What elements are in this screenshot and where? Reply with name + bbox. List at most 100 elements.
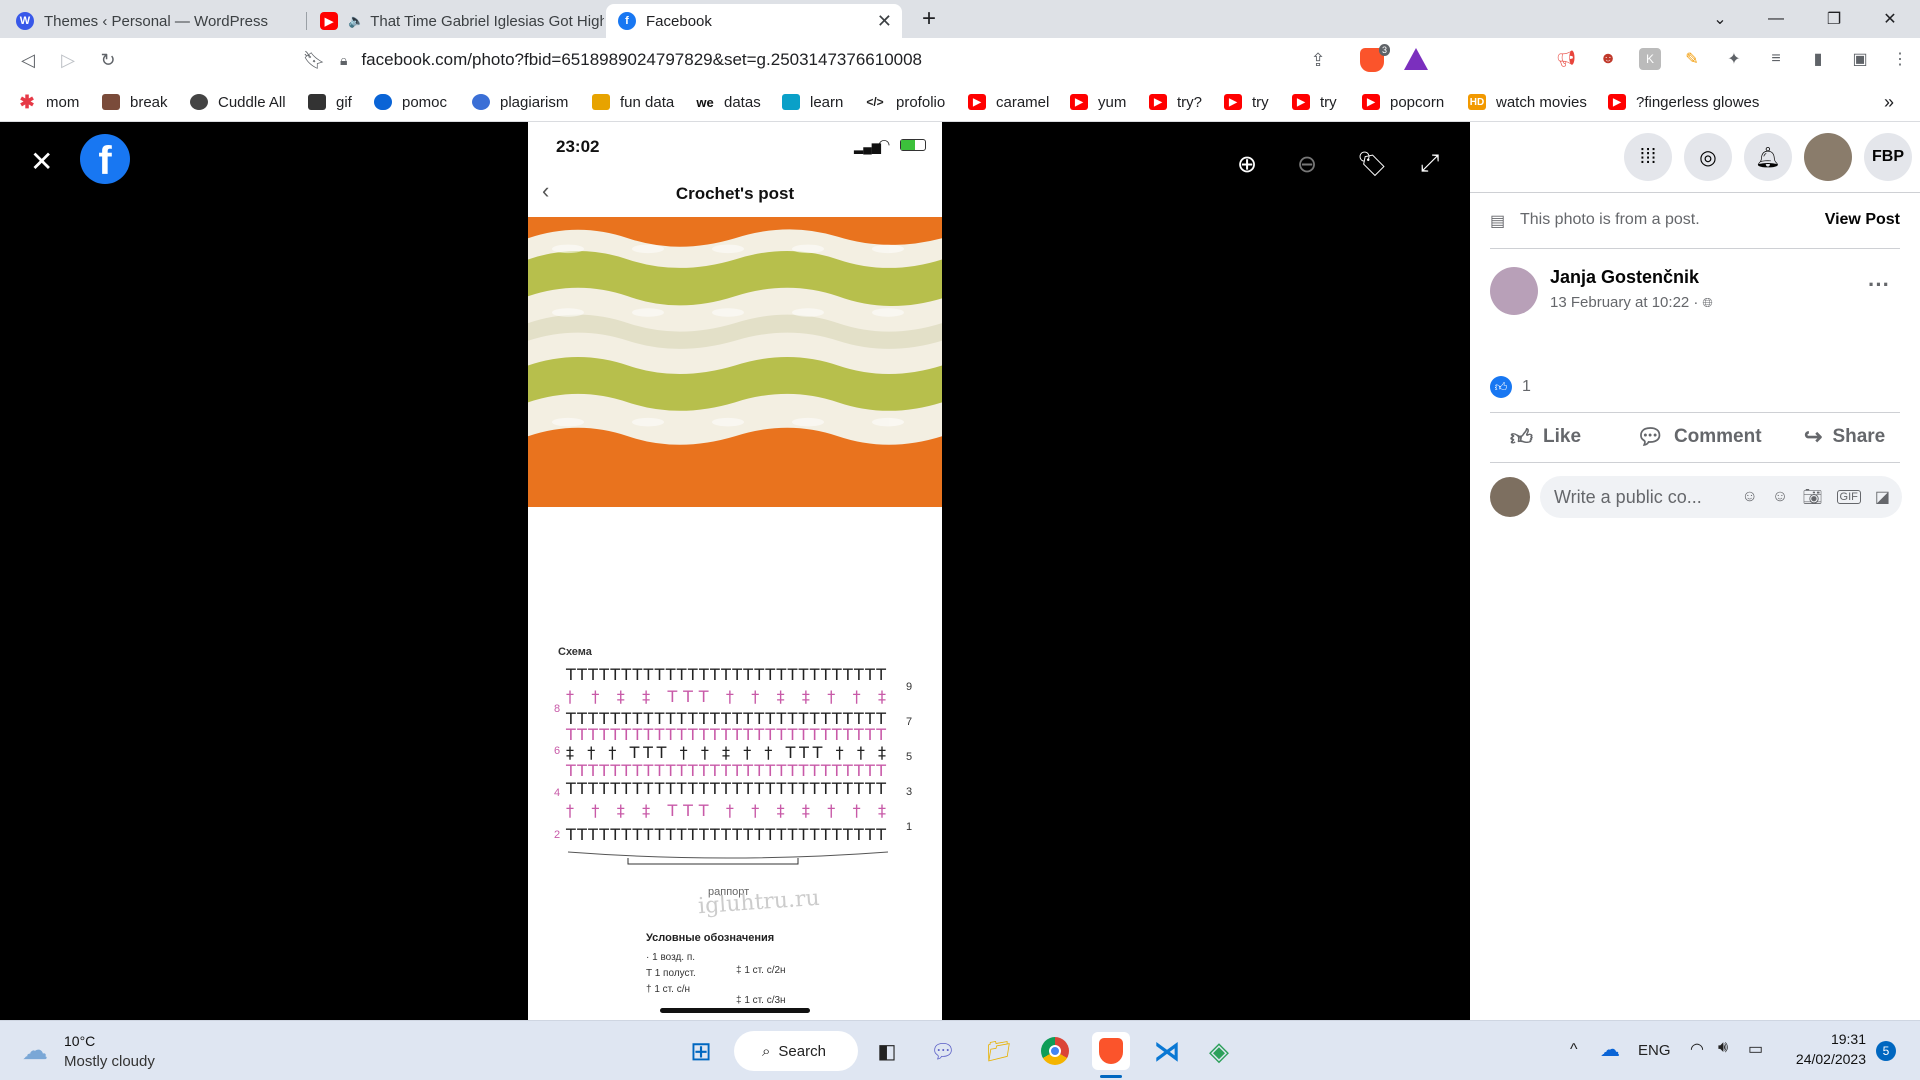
weather-desc[interactable]: Mostly cloudy [64,1053,155,1070]
profile-switcher-button[interactable]: FBP [1864,133,1912,181]
svg-text:TTTTTTTTTTTTTTTTTTTTTTTTTTTTT: TTTTTTTTTTTTTTTTTTTTTTTTTTTTT [565,725,886,744]
bookmark-icon[interactable]: 🔖︎ [300,46,328,74]
share-button[interactable]: ↪ Share [1804,419,1885,455]
show-hidden-icons[interactable]: ^ [1570,1041,1578,1059]
minimize-button[interactable]: — [1748,0,1804,38]
camera-icon[interactable]: 📷︎ [1802,487,1822,507]
author-name[interactable]: Janja Gostenčnik [1550,267,1699,288]
taskbar-search[interactable]: ⌕ Search [734,1031,858,1071]
extensions-puzzle-icon[interactable]: ✦ [1723,48,1745,70]
bookmark-fingerless-glowes[interactable]: ▶ ?fingerless glowes [1608,91,1759,113]
teams-chat-icon[interactable]: 💬︎ [924,1032,962,1070]
like-reaction-icon[interactable]: 👍︎ [1490,376,1512,398]
vscode-icon[interactable]: ⋊ [1148,1032,1186,1070]
fullscreen-icon[interactable]: ⤢ [1420,150,1439,178]
clock-date[interactable]: 24/02/2023 [1776,1051,1866,1067]
brave-rewards-icon[interactable] [1404,48,1428,70]
menu-icon[interactable]: ⋮ [1889,48,1911,70]
bookmark-break[interactable]: break [102,91,168,113]
weather-temp[interactable]: 10°C [64,1033,95,1049]
tab-youtube[interactable]: ▶ 🔈 That Time Gabriel Iglesias Got High [308,4,604,38]
bookmark-try-1[interactable]: ▶ try [1224,91,1269,113]
wallet-icon[interactable]: ▣ [1849,48,1871,70]
comment-button[interactable]: 💬︎ Comment [1636,419,1762,455]
media-controls-icon[interactable]: ≡ [1765,48,1787,70]
bookmark-label: learn [810,93,844,111]
more-options-icon[interactable]: ··· [1868,272,1890,298]
app-diamond-icon[interactable]: ◈ [1200,1032,1238,1070]
bookmark-try-2[interactable]: ▶ try [1292,91,1337,113]
more-bookmarks-button[interactable]: » [1884,91,1894,113]
photo-image: 23:02 ▂▄▆ ◠ ‹ Crochet's post Схема TTTTT… [528,122,942,1020]
brave-icon[interactable] [1092,1032,1130,1070]
bookmark-watch-movies[interactable]: HD watch movies [1468,91,1587,113]
comment-input[interactable]: Write a public co... ☺ ☺ 📷︎ GIF ◪ [1540,476,1902,518]
tab-wordpress[interactable]: W Themes ‹ Personal — WordPress [4,4,304,38]
clock-time[interactable]: 19:31 [1786,1031,1866,1047]
audio-playing-icon[interactable]: 🔈 [348,13,364,29]
zoom-in-icon[interactable]: ⊕ [1237,150,1257,179]
profile-avatar[interactable] [1804,133,1852,181]
bookmark-profolio[interactable]: </> profolio [864,91,945,113]
tab-facebook[interactable]: f Facebook ✕ [606,4,902,38]
wifi-tray-icon[interactable]: ◠ [1690,1039,1704,1059]
close-window-button[interactable]: ✕ [1862,0,1918,38]
task-view-icon[interactable]: ◧ [868,1032,906,1070]
onedrive-tray-icon[interactable]: ☁ [1600,1037,1620,1062]
bookmark-mom[interactable]: ✱ mom [18,91,79,113]
reload-icon[interactable]: ↻ [94,46,122,74]
weather-cloud-icon[interactable]: ☁ [22,1035,48,1066]
address-bar[interactable]: 🔒︎ facebook.com/photo?fbid=6518989024797… [340,44,1440,76]
facebook-logo-icon[interactable]: f [80,134,130,184]
author-avatar[interactable] [1490,267,1538,315]
bookmark-gif[interactable]: gif [308,91,352,113]
notification-badge[interactable]: 5 [1876,1041,1896,1061]
close-viewer-icon[interactable]: ✕ [30,148,53,176]
bookmark-fun-data[interactable]: fun data [592,91,674,113]
bookmark-pomoc[interactable]: pomoc [374,91,447,113]
avatar-sticker-icon[interactable]: ☺ [1742,488,1758,506]
view-post-link[interactable]: View Post [1825,211,1900,229]
brave-shield-icon[interactable]: 3 [1360,44,1390,72]
sidebar-toggle-icon[interactable]: ▮ [1807,48,1829,70]
like-button[interactable]: 👍︎ Like [1510,419,1581,455]
language-indicator[interactable]: ENG [1638,1042,1671,1059]
bookmark-label: popcorn [1390,93,1445,111]
pencil-extension-icon[interactable]: ✎ [1681,48,1703,70]
menu-grid-icon[interactable]: ⁞⁞⁞ [1624,133,1672,181]
bookmark-caramel[interactable]: ▶ caramel [968,91,1049,113]
file-explorer-icon[interactable]: 📁︎ [980,1032,1018,1070]
tag-icon[interactable]: 🏷︎ [1357,150,1387,179]
bookmark-plagiarism[interactable]: plagiarism [472,91,568,113]
forward-icon[interactable]: ▷ [54,46,82,74]
emoji-icon[interactable]: ☺ [1772,488,1788,506]
sticker-icon[interactable]: ◪ [1875,487,1890,507]
notifications-bell-icon[interactable]: 🔔︎ [1744,133,1792,181]
like-count[interactable]: 1 [1522,378,1531,396]
messenger-icon[interactable]: ◎ [1684,133,1732,181]
restore-button[interactable]: ❐ [1806,0,1862,38]
bookmark-yum[interactable]: ▶ yum [1070,91,1126,113]
tab-search-icon[interactable]: ⌄ [1692,0,1748,38]
wordpress-icon: W [16,12,34,30]
close-tab-icon[interactable]: ✕ [877,11,892,32]
share-icon[interactable]: ⇪ [1304,46,1332,74]
battery-tray-icon[interactable]: ▭ [1748,1039,1763,1059]
back-icon[interactable]: ◁ [14,46,42,74]
face-extension-icon[interactable]: ☻ [1597,48,1619,70]
bookmark-cuddle-all[interactable]: Cuddle All [190,91,286,113]
new-tab-button[interactable]: + [904,0,954,38]
bookmark-datas[interactable]: we datas [696,91,760,113]
bookmark-learn[interactable]: learn [782,91,843,113]
windows-start-icon[interactable]: ⊞ [682,1032,720,1070]
bookmark-try-question[interactable]: ▶ try? [1149,91,1202,113]
k-extension-icon[interactable]: K [1639,48,1661,70]
megaphone-extension-icon[interactable]: 📢︎ [1555,48,1577,70]
bookmark-popcorn[interactable]: ▶ popcorn [1362,91,1444,113]
zoom-out-icon[interactable]: ⊖ [1297,150,1317,179]
gif-icon[interactable]: GIF [1836,490,1861,504]
post-timestamp[interactable]: 13 February at 10:22 · 🌐︎ [1550,294,1713,311]
volume-icon[interactable]: 🔊︎ [1718,1039,1728,1057]
chrome-icon[interactable] [1036,1032,1074,1070]
commenter-avatar[interactable] [1490,477,1530,517]
